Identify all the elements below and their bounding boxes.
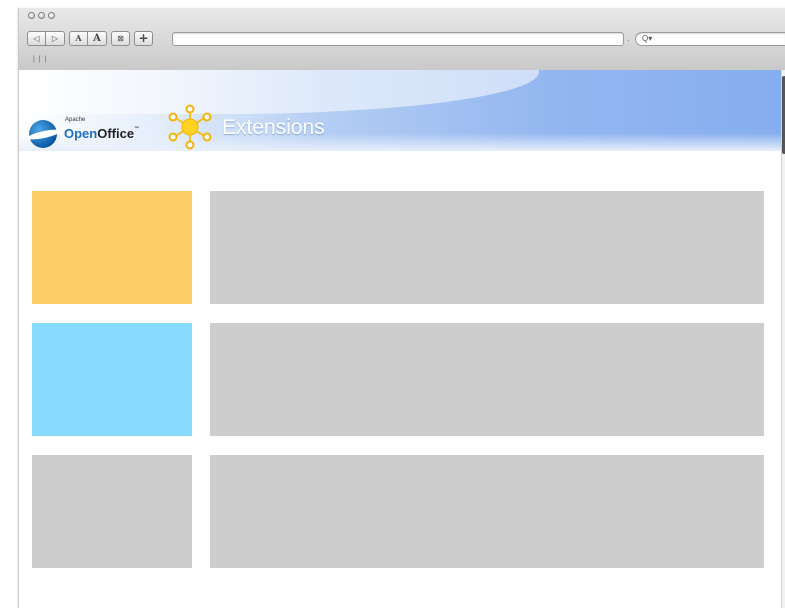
logo-apache-text: Apache (65, 117, 86, 123)
page-title: Extensions (222, 116, 325, 139)
extension-thumbnail-2[interactable] (32, 323, 192, 436)
logo-trademark: ™ (134, 126, 140, 132)
window-controls (28, 12, 55, 19)
browser-window: ◁ ▷ A A ⊠ + · Q▾ | | | Apache OpenOffice… (18, 8, 785, 608)
bookmark-button[interactable]: ⊠ (111, 30, 130, 46)
logo-office-text: Office (97, 126, 135, 141)
add-bookmark-button[interactable]: + (134, 30, 153, 46)
tab-overflow-icon[interactable]: | | | (33, 56, 47, 63)
banner-wave-decoration (19, 70, 539, 114)
search-field[interactable]: Q▾ (635, 32, 785, 46)
text-larger-button[interactable]: A (88, 30, 107, 46)
extension-details-2[interactable] (210, 323, 764, 436)
extensions-icon (168, 104, 212, 150)
address-bar[interactable] (172, 32, 624, 46)
extension-details-1[interactable] (210, 191, 764, 304)
vertical-scrollbar[interactable] (781, 70, 785, 608)
extension-thumbnail-1[interactable] (32, 191, 192, 304)
text-smaller-button[interactable]: A (69, 30, 88, 46)
extension-thumbnail-3[interactable] (32, 455, 192, 568)
tab-strip: | | | (19, 52, 785, 70)
logo-open-text: Open (64, 126, 98, 141)
zoom-window-button[interactable] (48, 12, 55, 19)
search-icon: Q▾ (642, 34, 653, 43)
forward-button[interactable]: ▷ (46, 30, 65, 46)
logo-wordmark: OpenOffice™ (64, 126, 139, 141)
toolbar-resize-handle[interactable]: · (627, 36, 630, 45)
title-bar: ◁ ▷ A A ⊠ + · Q▾ | | | (19, 8, 785, 71)
toolbar: ◁ ▷ A A ⊠ + (27, 30, 158, 46)
extensions-list (19, 151, 781, 608)
close-window-button[interactable] (28, 12, 35, 19)
back-button[interactable]: ◁ (27, 30, 46, 46)
extension-details-3[interactable] (210, 455, 764, 568)
minimize-window-button[interactable] (38, 12, 45, 19)
